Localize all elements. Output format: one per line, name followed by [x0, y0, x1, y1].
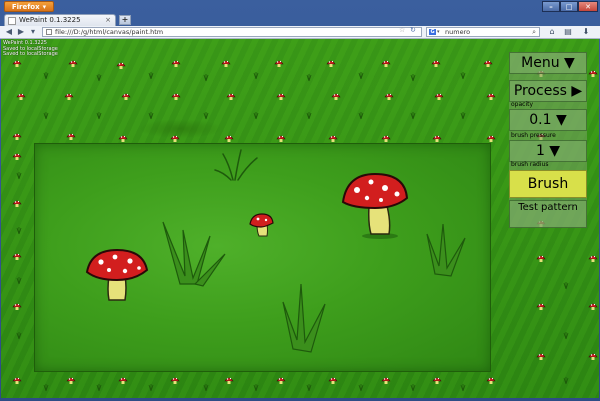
minimize-button[interactable]: – — [542, 1, 560, 12]
title-bar: Firefox ▾ – □ ✕ — [0, 0, 600, 14]
forward-icon[interactable]: ▶ — [16, 27, 26, 37]
back-icon[interactable]: ◀ — [4, 27, 14, 37]
tab-bar: WePaint 0.1.3225 × + — [0, 14, 600, 26]
browser-window: Firefox ▾ – □ ✕ WePaint 0.1.3225 × + ◀ ▶ … — [0, 0, 600, 401]
paint-canvas-area[interactable]: WePaint 0.1.3225 Saved to localStorage S… — [1, 39, 599, 398]
firefox-menu-button[interactable]: Firefox ▾ — [4, 1, 54, 12]
url-text: file:///D:/g/html/canvas/paint.htm — [55, 28, 164, 36]
search-text: numero — [445, 28, 471, 36]
search-engine-icon[interactable]: G — [429, 29, 436, 35]
grass-tuft-left — [162, 221, 226, 287]
tab-title: WePaint 0.1.3225 — [19, 16, 81, 24]
close-tab-icon[interactable]: × — [105, 15, 111, 26]
mushroom-large-right — [341, 172, 409, 239]
maximize-button[interactable]: □ — [560, 1, 578, 12]
new-tab-button[interactable]: + — [119, 15, 131, 25]
grass-tuft-top — [214, 149, 258, 181]
grass-tuft-right — [426, 223, 466, 277]
painted-artwork — [85, 149, 466, 353]
address-bar[interactable]: file:///D:/g/html/canvas/paint.htm — [42, 27, 422, 37]
bookmark-star-icon[interactable]: ☆ — [399, 26, 405, 34]
mushroom-large-left — [85, 248, 149, 301]
firefox-menu-label: Firefox — [11, 3, 40, 11]
menu-button[interactable]: Menu ▼ — [509, 52, 587, 74]
test-pattern-button[interactable]: Test pattern — [509, 200, 587, 228]
history-dropdown-icon[interactable]: ▾ — [28, 27, 38, 37]
search-icon[interactable]: ⌕ — [532, 28, 536, 36]
process-button[interactable]: Process ▶ — [509, 80, 587, 102]
brush-radius-caption: brush radius — [511, 161, 549, 168]
page-favicon-icon — [8, 17, 16, 25]
painted-region[interactable] — [34, 143, 491, 372]
status-log: WePaint 0.1.3225 Saved to localStorage S… — [3, 40, 58, 57]
home-icon[interactable]: ⌂ — [546, 27, 558, 37]
tool-panel: Menu ▼ Process ▶ opacity 0.1 ▼ brush pre… — [509, 52, 587, 228]
brush-button[interactable]: Brush — [509, 170, 587, 198]
opacity-dropdown[interactable]: 0.1 ▼ — [509, 109, 587, 131]
downloads-icon[interactable]: ⬇ — [580, 27, 592, 37]
brush-pressure-dropdown[interactable]: 1 ▼ — [509, 140, 587, 162]
close-window-button[interactable]: ✕ — [578, 1, 598, 12]
grass-tuft-bottom — [282, 283, 326, 353]
bookmarks-icon[interactable]: ▤ — [562, 27, 574, 37]
navigation-bar: ◀ ▶ ▾ file:///D:/g/html/canvas/paint.htm… — [0, 26, 600, 39]
search-input[interactable]: G ▾ numero ⌕ — [426, 27, 540, 37]
search-engine-dropdown-icon[interactable]: ▾ — [437, 28, 440, 36]
opacity-caption: opacity — [511, 101, 534, 108]
tab-wepaint[interactable]: WePaint 0.1.3225 × — [4, 14, 116, 26]
reload-icon[interactable]: ↻ — [410, 26, 416, 34]
mushroom-small-center — [249, 213, 274, 237]
page-icon — [46, 29, 52, 35]
brush-pressure-caption: brush pressure — [511, 132, 556, 139]
chevron-down-icon: ▾ — [42, 3, 47, 11]
